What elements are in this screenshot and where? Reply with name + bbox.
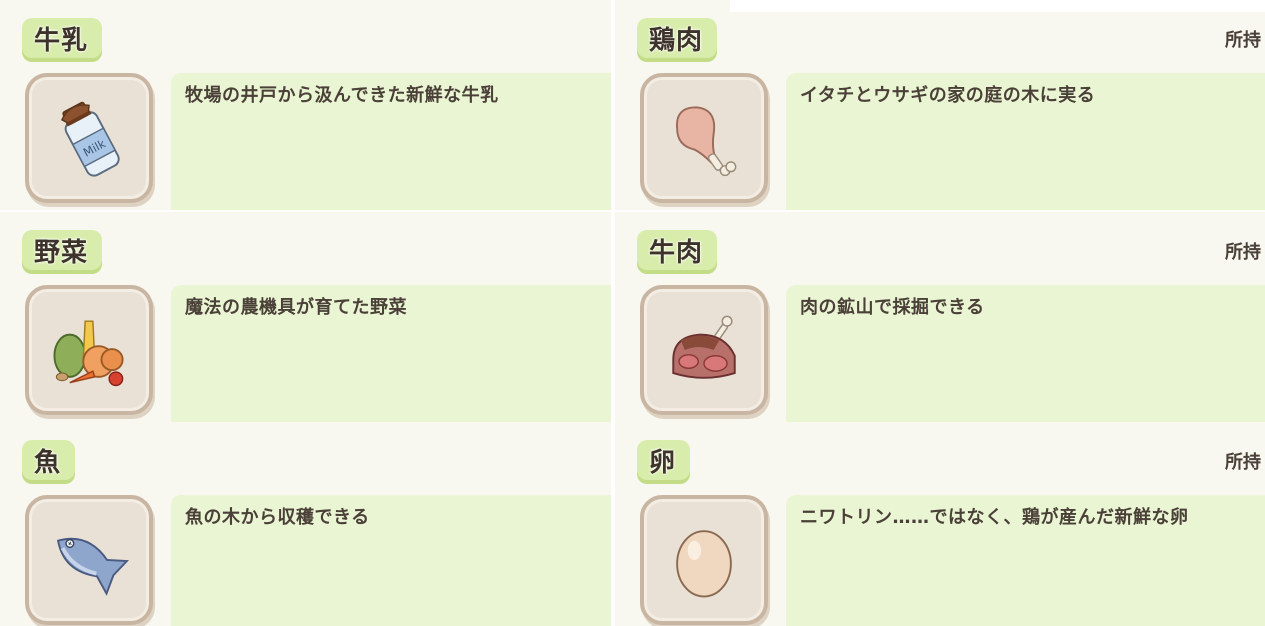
- item-icon-frame: [640, 285, 768, 415]
- item-icon-frame: [640, 73, 768, 203]
- beef-steak-icon: [672, 315, 736, 379]
- item-title-tab: 卵: [637, 440, 691, 480]
- item-title-tab: 野菜: [22, 230, 103, 270]
- item-title: 牛肉: [649, 237, 704, 268]
- item-icon-frame: [25, 495, 153, 625]
- item-title-tab: 魚: [22, 440, 76, 480]
- item-description: 魚の木から収穫できる: [185, 507, 370, 528]
- item-title: 鶏肉: [649, 25, 704, 56]
- item-card-vegetables[interactable]: 野菜 魔法の農機具が育てた野菜: [0, 212, 611, 422]
- item-card-milk[interactable]: 牛乳 Milk 牧場の井戸から汲んできた新鮮な牛乳: [0, 0, 611, 210]
- item-description-box: 魔法の農機具が育てた野菜: [171, 285, 611, 422]
- owned-count-label: 所持: [1225, 452, 1261, 473]
- item-title: 卵: [649, 447, 677, 478]
- item-icon-frame: [640, 495, 768, 625]
- item-title: 牛乳: [34, 25, 89, 56]
- item-title: 野菜: [34, 237, 89, 268]
- item-title-tab: 鶏肉: [637, 18, 718, 58]
- milk-bottle-icon: Milk: [60, 101, 120, 177]
- fish-icon: [56, 537, 129, 596]
- item-description-box: イタチとウサギの家の庭の木に実る: [786, 73, 1265, 210]
- item-title: 魚: [34, 447, 62, 478]
- item-description: 牧場の井戸から汲んできた新鮮な牛乳: [185, 85, 499, 106]
- egg-icon: [676, 530, 732, 598]
- item-description-box: 肉の鉱山で採掘できる: [786, 285, 1265, 422]
- item-card-chicken[interactable]: 鶏肉 所持 イタチとウサギの家の庭の木に実る: [615, 0, 1265, 210]
- item-description-box: 牧場の井戸から汲んできた新鮮な牛乳: [171, 73, 611, 210]
- owned-count-label: 所持: [1225, 242, 1261, 263]
- item-description: 魔法の農機具が育てた野菜: [185, 297, 407, 318]
- item-card-egg[interactable]: 卵 所持 ニワトリン……ではなく、鶏が産んだ新鮮な卵: [615, 422, 1265, 626]
- item-title-tab: 牛乳: [22, 18, 103, 58]
- item-icon-frame: [25, 285, 153, 415]
- item-description-box: ニワトリン……ではなく、鶏が産んだ新鮮な卵: [786, 495, 1265, 626]
- chicken-leg-icon: [676, 106, 737, 177]
- item-encyclopedia-grid: 牛乳 Milk 牧場の井戸から汲んできた新鮮な牛乳 鶏肉 所持 イタチとウサギの…: [0, 0, 1265, 626]
- vegetables-icon: [53, 320, 124, 387]
- owned-count-label: 所持: [1225, 30, 1261, 51]
- top-divider: [730, 0, 1265, 12]
- item-description-box: 魚の木から収穫できる: [171, 495, 611, 626]
- item-description: イタチとウサギの家の庭の木に実る: [800, 85, 1096, 106]
- item-description: 肉の鉱山で採掘できる: [800, 297, 985, 318]
- item-icon-frame: Milk: [25, 73, 153, 203]
- item-title-tab: 牛肉: [637, 230, 718, 270]
- item-description: ニワトリン……ではなく、鶏が産んだ新鮮な卵: [800, 507, 1189, 528]
- item-card-fish[interactable]: 魚 魚の木から収穫できる: [0, 422, 611, 626]
- item-card-beef[interactable]: 牛肉 所持 肉の鉱山で採掘できる: [615, 212, 1265, 422]
